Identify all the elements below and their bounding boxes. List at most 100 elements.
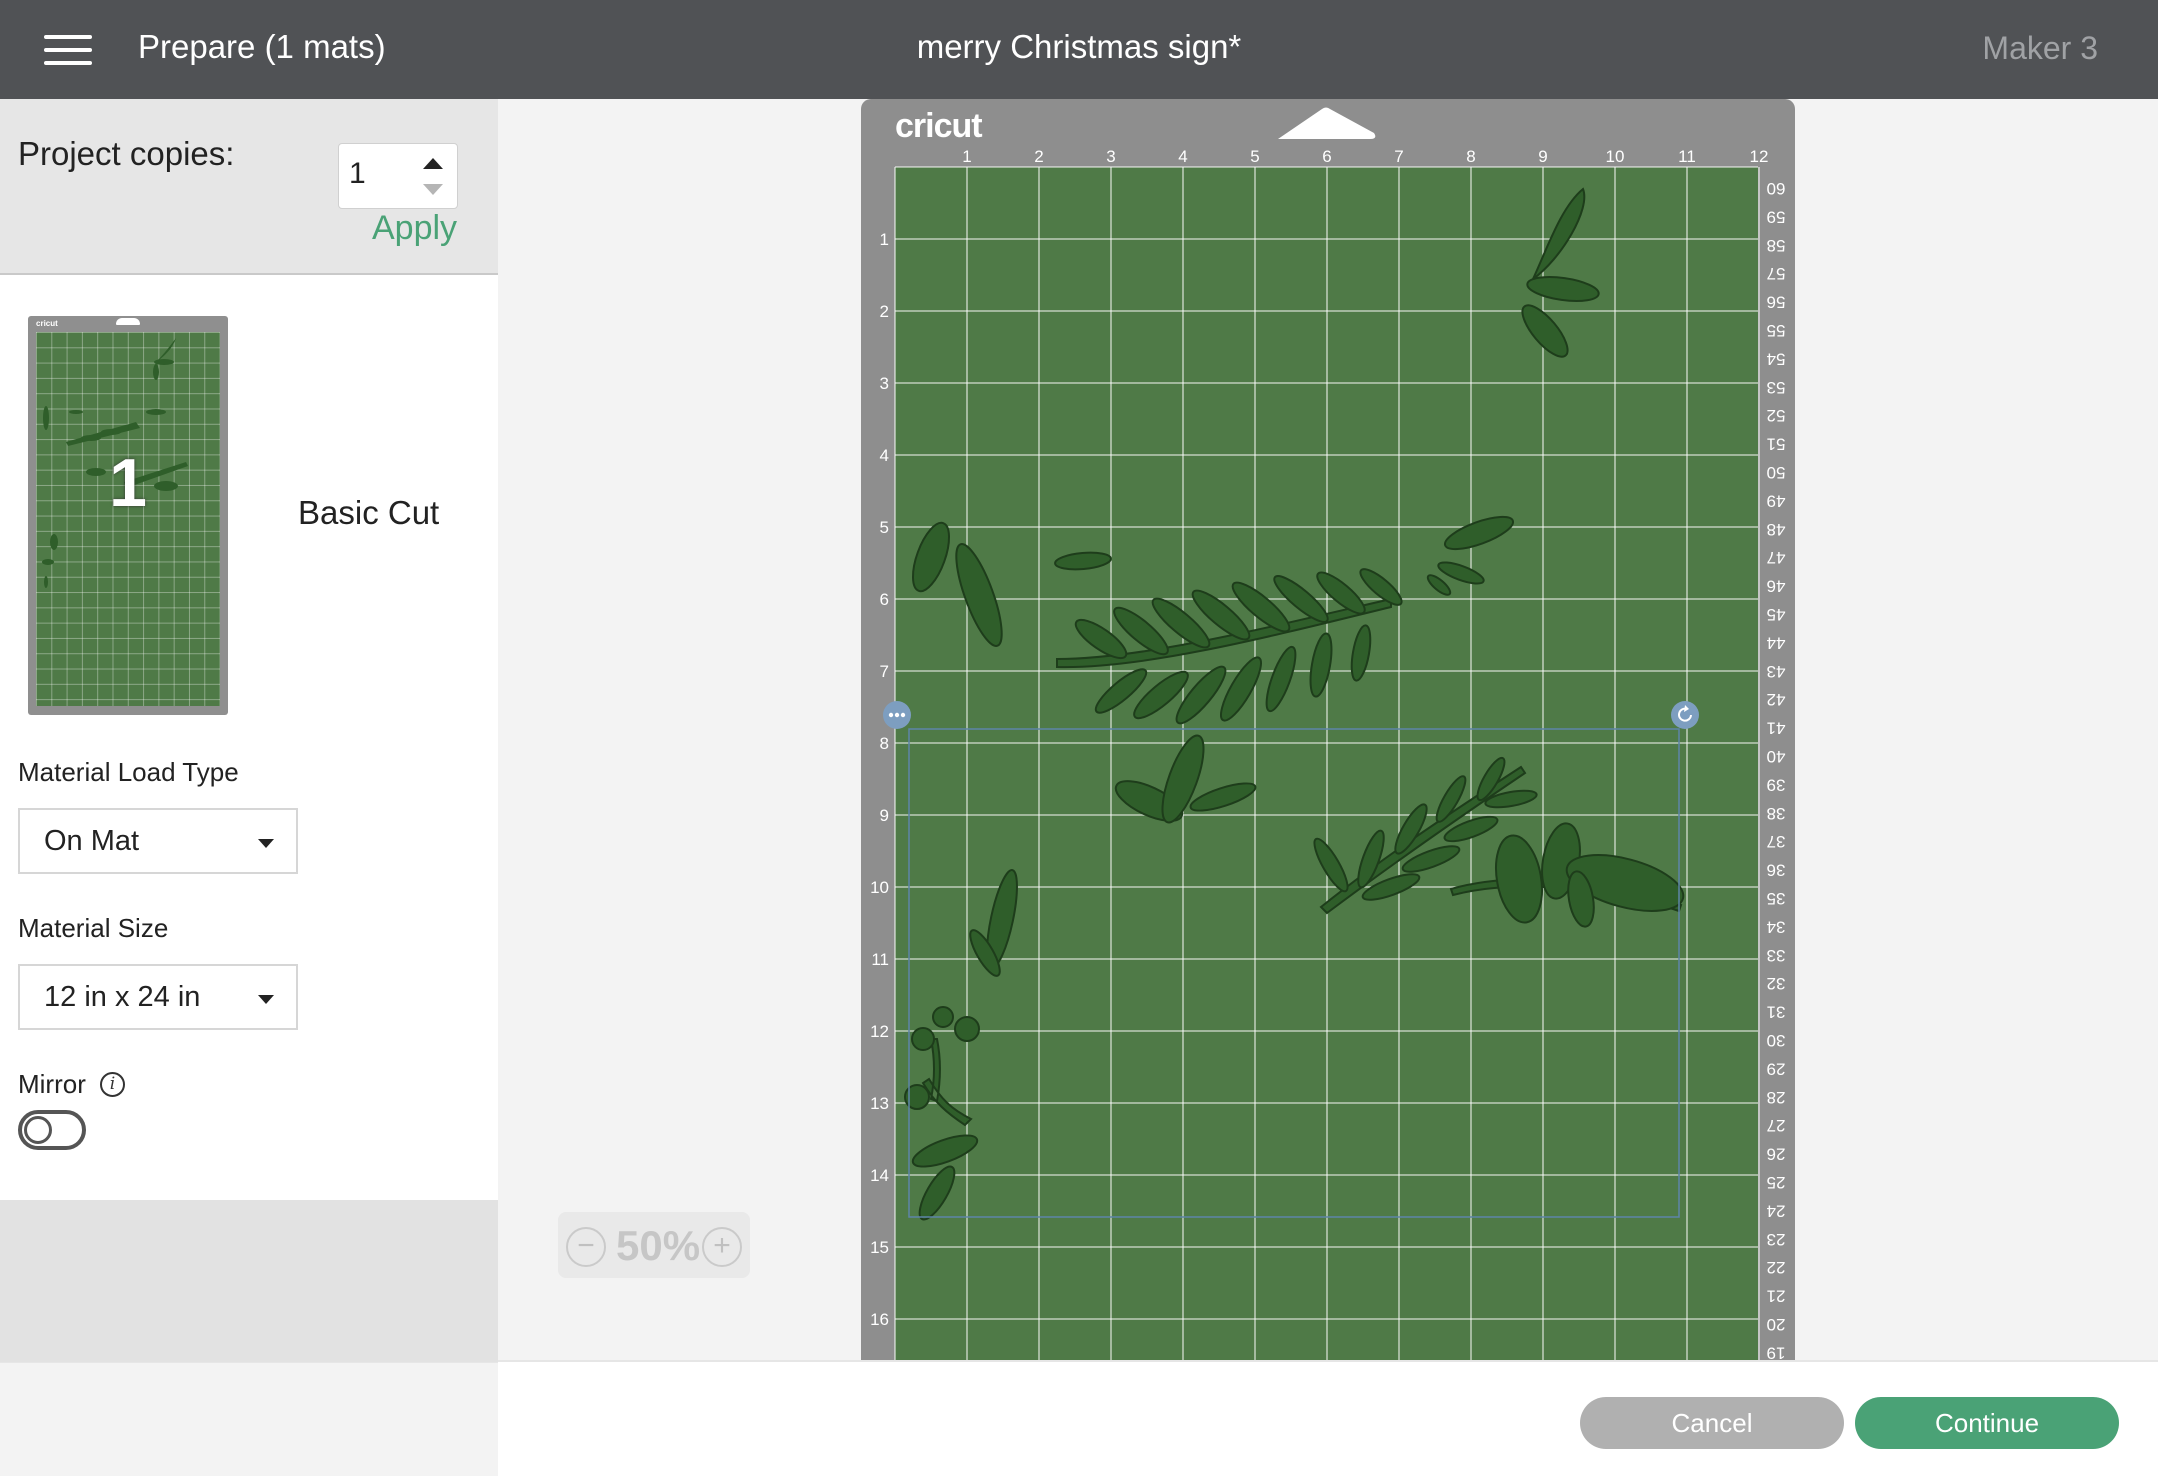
zoom-level: 50% bbox=[616, 1222, 701, 1269]
decrement-arrow-icon[interactable] bbox=[423, 184, 443, 195]
material-load-type-label: Material Load Type bbox=[18, 757, 239, 787]
machine-name[interactable]: Maker 3 bbox=[1982, 30, 2098, 67]
thumbnail-notch bbox=[116, 318, 140, 325]
top-ruler-tick: 9 bbox=[1538, 147, 1547, 166]
right-ruler-tick: 42 bbox=[1767, 690, 1786, 709]
right-ruler-tick: 20 bbox=[1767, 1315, 1786, 1334]
mat-thumbnail[interactable]: cricut 1 bbox=[28, 316, 228, 715]
project-copies-input[interactable]: 1 bbox=[338, 143, 458, 209]
left-ruler-tick: 1 bbox=[880, 230, 889, 249]
right-ruler-tick: 32 bbox=[1767, 974, 1786, 993]
mat-cut-label: Basic Cut bbox=[298, 494, 440, 531]
info-icon[interactable]: i bbox=[100, 1072, 125, 1097]
top-bar: Prepare (1 mats) merry Christmas sign* M… bbox=[0, 0, 2158, 99]
rotate-handle-icon[interactable] bbox=[1671, 701, 1699, 729]
right-ruler-tick: 26 bbox=[1767, 1145, 1786, 1164]
left-panel-footer bbox=[0, 1362, 498, 1476]
apply-button[interactable]: Apply bbox=[372, 209, 457, 248]
mirror-label: Mirror bbox=[18, 1069, 86, 1099]
right-ruler-tick: 57 bbox=[1767, 264, 1786, 283]
right-ruler-tick: 44 bbox=[1767, 633, 1786, 652]
cutting-mat[interactable]: cricut 1 2 3 4 5 6 7 8 9 10 11 12 1 2 3 4 5 6 7 8 9 10 11 12 13 1… bbox=[861, 99, 1795, 1360]
thumbnail-logo: cricut bbox=[36, 319, 58, 328]
right-ruler-tick: 24 bbox=[1767, 1201, 1786, 1220]
top-ruler-tick: 10 bbox=[1606, 147, 1625, 166]
berry[interactable] bbox=[954, 1016, 980, 1042]
right-ruler-tick: 46 bbox=[1767, 577, 1786, 596]
right-ruler-tick: 52 bbox=[1767, 406, 1786, 425]
continue-button[interactable]: Continue bbox=[1855, 1397, 2119, 1449]
top-ruler-tick: 2 bbox=[1034, 147, 1043, 166]
right-ruler-tick: 54 bbox=[1767, 349, 1786, 368]
right-ruler-tick: 22 bbox=[1767, 1258, 1786, 1277]
right-ruler-tick: 21 bbox=[1767, 1287, 1786, 1306]
toggle-knob bbox=[24, 1116, 52, 1144]
right-ruler-tick: 53 bbox=[1767, 378, 1786, 397]
left-panel-empty-area bbox=[0, 1200, 498, 1362]
berry[interactable] bbox=[911, 1027, 935, 1051]
material-load-type-select[interactable]: On Mat bbox=[18, 808, 298, 874]
right-ruler-tick: 45 bbox=[1767, 605, 1786, 624]
top-ruler-tick: 4 bbox=[1178, 147, 1187, 166]
material-load-type-value: On Mat bbox=[44, 825, 140, 857]
left-ruler-tick: 6 bbox=[880, 590, 889, 609]
right-ruler-tick: 58 bbox=[1767, 236, 1786, 255]
zoom-control: − 50% + bbox=[558, 1212, 750, 1278]
left-ruler-tick: 13 bbox=[870, 1094, 889, 1113]
mat-canvas[interactable]: − 50% + cricut 1 2 3 4 5 6 7 8 9 10 11 12 1 2 3 4 5 6 7 8 9 1… bbox=[498, 99, 2158, 1360]
right-ruler-tick: 56 bbox=[1767, 293, 1786, 312]
mat-number: 1 bbox=[109, 445, 147, 521]
selection-options-handle[interactable] bbox=[883, 701, 911, 729]
right-ruler-tick: 28 bbox=[1767, 1088, 1786, 1107]
left-ruler-tick: 16 bbox=[870, 1310, 889, 1329]
footer-bar: Cancel Continue bbox=[498, 1360, 2158, 1476]
right-ruler-tick: 27 bbox=[1767, 1116, 1786, 1135]
right-ruler-tick: 19 bbox=[1767, 1343, 1786, 1360]
right-ruler-tick: 51 bbox=[1767, 435, 1786, 454]
right-ruler-tick: 30 bbox=[1767, 1031, 1786, 1050]
left-ruler-tick: 9 bbox=[880, 806, 889, 825]
right-ruler-tick: 34 bbox=[1767, 917, 1786, 936]
material-size-select[interactable]: 12 in x 24 in bbox=[18, 964, 298, 1030]
left-ruler-tick: 8 bbox=[880, 734, 889, 753]
right-ruler-tick: 29 bbox=[1767, 1059, 1786, 1078]
zoom-in-button[interactable]: + bbox=[702, 1227, 742, 1267]
berry[interactable] bbox=[932, 1006, 954, 1028]
right-ruler-tick: 47 bbox=[1767, 548, 1786, 567]
increment-arrow-icon[interactable] bbox=[423, 158, 443, 169]
project-copies-value[interactable]: 1 bbox=[349, 157, 366, 191]
top-ruler-tick: 11 bbox=[1678, 147, 1696, 166]
right-ruler-tick: 25 bbox=[1767, 1173, 1786, 1192]
right-ruler-tick: 35 bbox=[1767, 889, 1786, 908]
right-ruler-tick: 33 bbox=[1767, 946, 1786, 965]
left-ruler-tick: 2 bbox=[880, 302, 889, 321]
right-ruler-tick: 36 bbox=[1767, 861, 1786, 880]
right-ruler-tick: 55 bbox=[1767, 321, 1786, 340]
top-ruler-tick: 5 bbox=[1250, 147, 1259, 166]
chevron-down-icon bbox=[258, 839, 274, 848]
right-ruler-tick: 39 bbox=[1767, 775, 1786, 794]
right-ruler-tick: 38 bbox=[1767, 804, 1786, 823]
left-ruler-tick: 7 bbox=[880, 662, 889, 681]
chevron-down-icon bbox=[258, 995, 274, 1004]
right-ruler-tick: 50 bbox=[1767, 463, 1786, 482]
mirror-toggle[interactable] bbox=[18, 1110, 86, 1150]
right-ruler-tick: 59 bbox=[1767, 207, 1786, 226]
left-ruler-tick: 10 bbox=[870, 878, 889, 897]
zoom-out-button[interactable]: − bbox=[566, 1227, 606, 1267]
top-ruler-tick: 7 bbox=[1394, 147, 1403, 166]
right-ruler-tick: 31 bbox=[1767, 1003, 1786, 1022]
left-ruler-tick: 3 bbox=[880, 374, 889, 393]
project-title: merry Christmas sign* bbox=[916, 28, 1242, 65]
right-ruler-tick: 49 bbox=[1767, 491, 1786, 510]
top-ruler-tick: 6 bbox=[1322, 147, 1331, 166]
cancel-button[interactable]: Cancel bbox=[1580, 1397, 1844, 1449]
right-ruler-tick: 41 bbox=[1767, 719, 1786, 738]
right-ruler-tick: 48 bbox=[1767, 520, 1786, 539]
right-ruler-tick: 60 bbox=[1767, 179, 1786, 198]
mat-grid: 1 2 3 4 5 6 7 8 9 10 11 121234567891011121314151660… bbox=[870, 147, 1786, 1360]
right-ruler-tick: 43 bbox=[1767, 662, 1786, 681]
project-copies-label: Project copies: bbox=[18, 135, 235, 172]
left-ruler-tick: 5 bbox=[880, 518, 889, 537]
material-size-value: 12 in x 24 in bbox=[44, 981, 201, 1013]
